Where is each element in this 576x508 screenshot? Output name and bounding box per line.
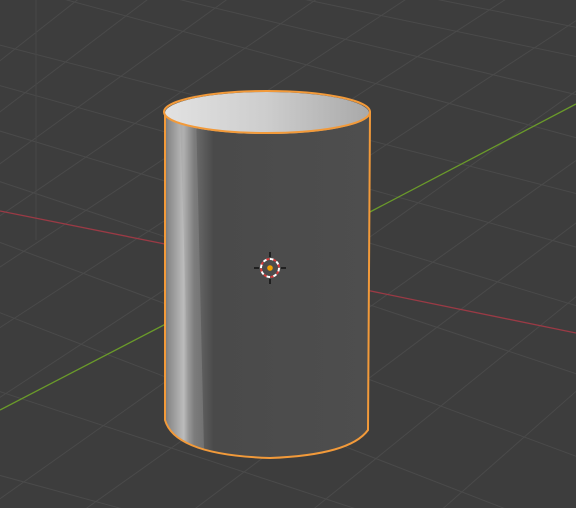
3d-viewport[interactable]	[0, 0, 576, 508]
object-origin-dot	[267, 265, 273, 271]
cylinder-object[interactable]	[160, 85, 375, 465]
viewport-canvas[interactable]	[0, 0, 576, 508]
